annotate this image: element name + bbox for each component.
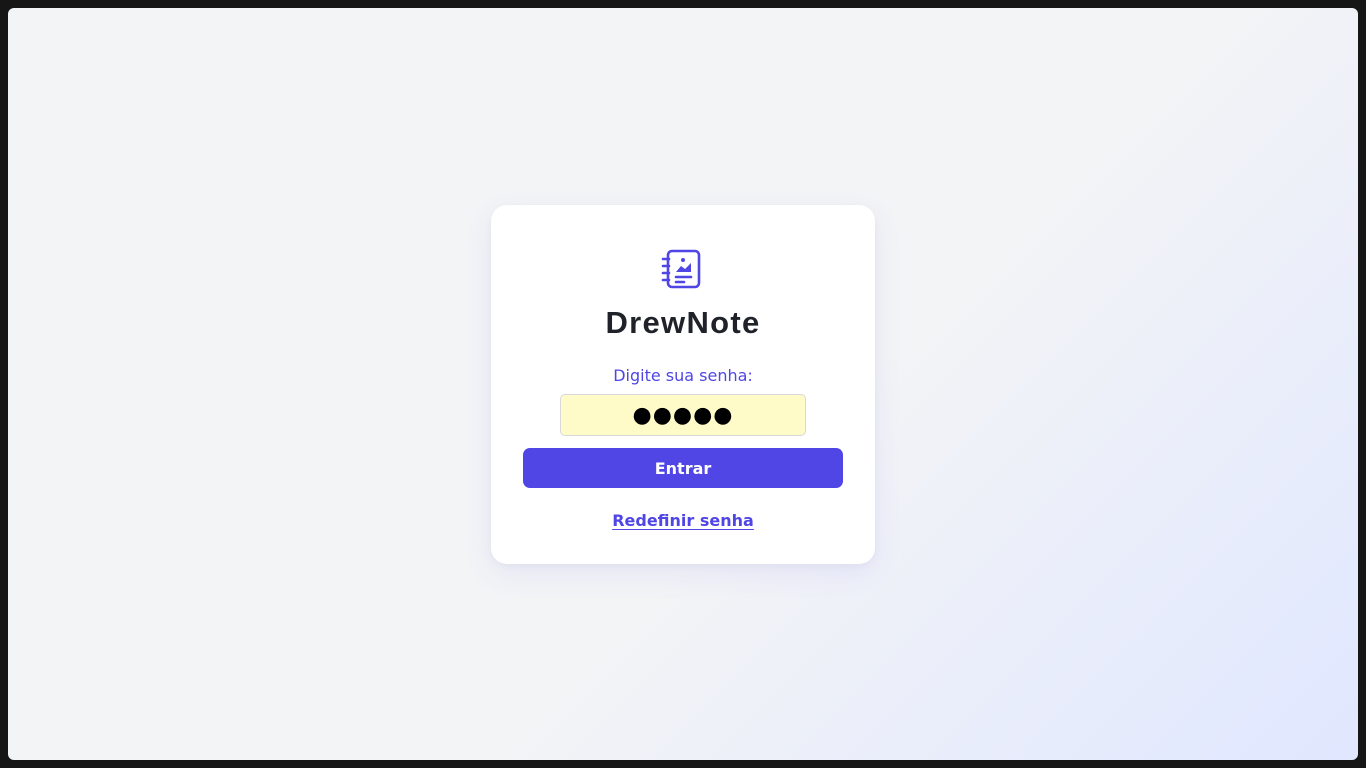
notebook-chart-icon bbox=[661, 249, 701, 289]
reset-password-link-row: Redefinir senha bbox=[491, 510, 875, 532]
login-card: DrewNote Digite sua senha: Entrar Redefi… bbox=[491, 205, 875, 564]
password-field[interactable] bbox=[560, 394, 806, 436]
login-button[interactable]: Entrar bbox=[523, 448, 843, 488]
page-background: DrewNote Digite sua senha: Entrar Redefi… bbox=[8, 8, 1358, 760]
app-title: DrewNote bbox=[605, 305, 761, 340]
password-label: Digite sua senha: bbox=[613, 366, 753, 385]
reset-password-link[interactable]: Redefinir senha bbox=[612, 511, 754, 530]
